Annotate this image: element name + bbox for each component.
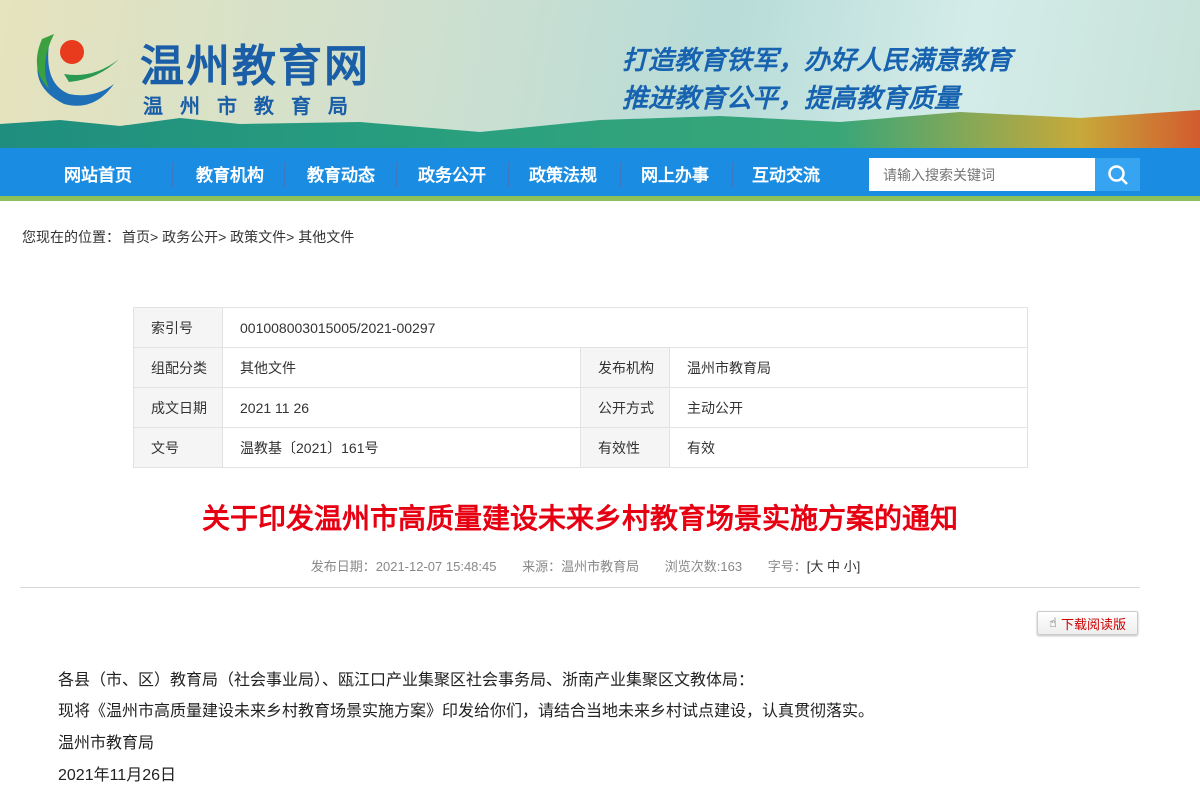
breadcrumb-gov-affairs[interactable]: 政务公开>: [162, 229, 226, 245]
paragraph-main: 现将《温州市高质量建设未来乡村教育场景实施方案》印发给你们，请结合当地未来乡村试…: [58, 703, 875, 720]
publisher-value: 温州市教育局: [669, 347, 1028, 388]
search-icon: [1107, 164, 1128, 185]
breadcrumb-policy-docs[interactable]: 政策文件>: [230, 229, 294, 245]
publisher-label: 发布机构: [580, 347, 670, 388]
download-button[interactable]: ☝ 下载阅读版: [1037, 611, 1138, 635]
publish-date: 发布日期：2021-12-07 15:48:45: [310, 559, 497, 574]
site-subtitle: 温州市教育局: [143, 96, 365, 118]
date-value: 2021 11 26: [222, 387, 581, 428]
header-banner: 温州教育网 温州市教育局 打造教育铁军，办好人民满意教育 推进教育公平，提高教育…: [0, 0, 1200, 148]
category-label: 组配分类: [133, 347, 223, 388]
nav-divider: [172, 162, 173, 188]
font-small[interactable]: 小]: [844, 559, 861, 574]
validity-value: 有效: [669, 427, 1028, 468]
view-count: 浏览次数:163: [664, 559, 743, 574]
nav-institutions[interactable]: 教育机构: [174, 148, 286, 201]
validity-label: 有效性: [580, 427, 670, 468]
breadcrumb: 您现在的位置： 首页> 政务公开> 政策文件> 其他文件: [22, 227, 354, 247]
date-label: 成文日期: [133, 387, 223, 428]
index-label: 索引号: [133, 307, 223, 348]
nav-policies[interactable]: 政策法规: [507, 148, 619, 201]
source: 来源：温州市教育局: [522, 559, 640, 574]
breadcrumb-other-docs[interactable]: 其他文件: [298, 229, 354, 245]
nav-interaction[interactable]: 互动交流: [730, 148, 842, 201]
nav-gov-affairs[interactable]: 政务公开: [396, 148, 508, 201]
index-value: 001008003015005/2021-00297: [222, 307, 1028, 348]
nav-online-services[interactable]: 网上办事: [619, 148, 731, 201]
paragraph-signature: 温州市教育局: [58, 735, 155, 752]
public-label: 公开方式: [580, 387, 670, 428]
font-medium[interactable]: 中: [827, 559, 840, 574]
slogan-2: 推进教育公平，提高教育质量: [622, 83, 961, 113]
slogan-1: 打造教育铁军，办好人民满意教育: [622, 45, 1013, 75]
nav-home[interactable]: 网站首页: [42, 148, 154, 201]
hand-pointer-icon: ☝: [1049, 615, 1057, 630]
docno-label: 文号: [133, 427, 223, 468]
site-title: 温州教育网: [140, 41, 370, 92]
paragraph-recipients: 各县（市、区）教育局（社会事业局）、瓯江口产业集聚区社会事务局、浙南产业集聚区文…: [58, 672, 755, 689]
download-label: 下载阅读版: [1060, 616, 1126, 632]
search-input[interactable]: [869, 158, 1095, 191]
breadcrumb-prefix: 您现在的位置：: [22, 229, 120, 245]
font-size-label: 字号：: [767, 559, 807, 574]
article-meta: 发布日期：2021-12-07 15:48:45 来源：温州市教育局 浏览次数:…: [0, 556, 1160, 575]
docno-value: 温教基〔2021〕161号: [222, 427, 581, 468]
article-title: 关于印发温州市高质量建设未来乡村教育场景实施方案的通知: [201, 503, 958, 534]
font-large[interactable]: [大: [807, 559, 824, 574]
public-value: 主动公开: [669, 387, 1028, 428]
site-logo: [36, 34, 119, 106]
divider: [20, 587, 1140, 588]
document-info-table: 索引号 001008003015005/2021-00297 组配分类 其他文件 发布…: [133, 307, 1028, 468]
nav-news[interactable]: 教育动态: [285, 148, 397, 201]
search-button[interactable]: [1095, 158, 1140, 191]
paragraph-date: 2021年11月26日: [58, 767, 177, 784]
breadcrumb-home[interactable]: 首页>: [122, 229, 158, 245]
category-value: 其他文件: [222, 347, 581, 388]
